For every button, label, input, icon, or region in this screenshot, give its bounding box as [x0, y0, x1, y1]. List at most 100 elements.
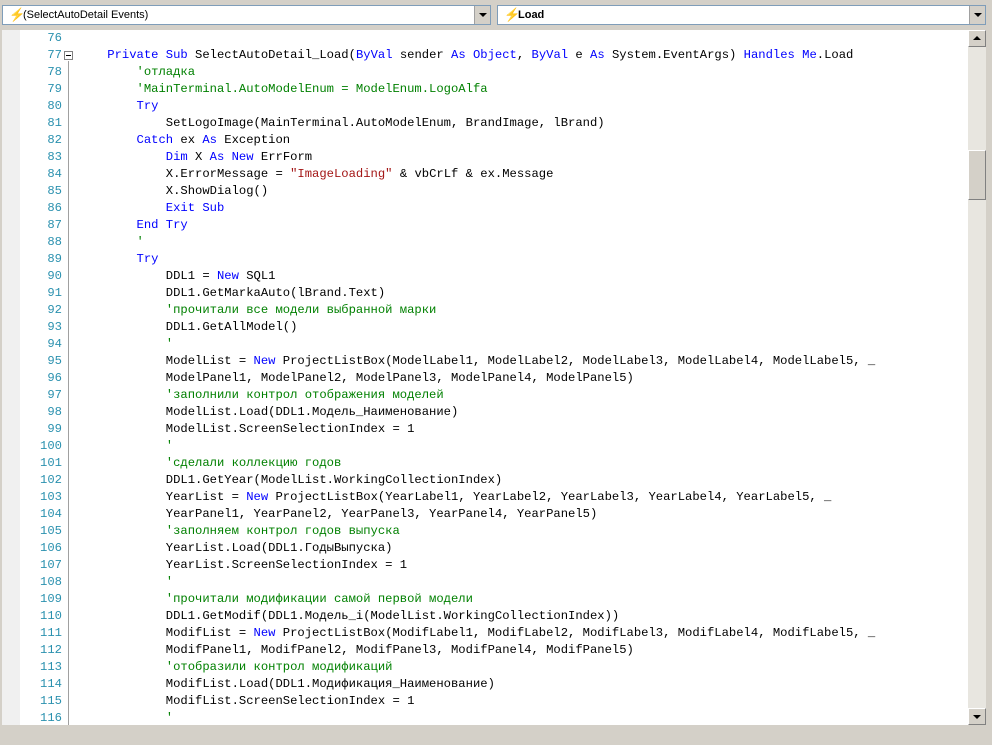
- code-line[interactable]: 103 YearList = New ProjectListBox(YearLa…: [2, 489, 968, 506]
- keyword-token: Exit Sub: [78, 201, 225, 215]
- comment-token: ': [78, 235, 144, 249]
- code-token: ProjectListBox(YearLabel1, YearLabel2, Y…: [268, 490, 832, 504]
- method-name-dropdown[interactable]: ⚡ Load: [497, 5, 986, 25]
- arrow-down-icon: [973, 715, 981, 719]
- code-line[interactable]: 81 SetLogoImage(MainTerminal.AutoModelEn…: [2, 115, 968, 132]
- code-line[interactable]: 77 Private Sub SelectAutoDetail_Load(ByV…: [2, 47, 968, 64]
- code-text: 'сделали коллекцию годов: [78, 455, 342, 472]
- comment-token: 'прочитали модификации самой первой моде…: [78, 592, 473, 606]
- code-text: ': [78, 438, 173, 455]
- code-line[interactable]: 90 DDL1 = New SQL1: [2, 268, 968, 285]
- class-name-dropdown-label: (SelectAutoDetail Events): [23, 9, 149, 21]
- code-line[interactable]: 89 Try: [2, 251, 968, 268]
- code-line[interactable]: 86 Exit Sub: [2, 200, 968, 217]
- code-line[interactable]: 78 'отладка: [2, 64, 968, 81]
- code-line[interactable]: 101 'сделали коллекцию годов: [2, 455, 968, 472]
- comment-token: 'отладка: [78, 65, 196, 79]
- code-token: ModelList.Load(DDL1.Модель_Наименование): [78, 405, 459, 419]
- dropdown-arrow-button[interactable]: [969, 6, 985, 24]
- keyword-token: As Object: [451, 48, 517, 62]
- comment-token: 'прочитали все модели выбранной марки: [78, 303, 437, 317]
- code-line[interactable]: 84 X.ErrorMessage = "ImageLoading" & vbC…: [2, 166, 968, 183]
- code-line[interactable]: 115 ModifList.ScreenSelectionIndex = 1: [2, 693, 968, 710]
- code-editor[interactable]: 76 77 Private Sub SelectAutoDetail_Load(B…: [2, 30, 988, 725]
- code-text: End Try: [78, 217, 188, 234]
- code-line[interactable]: 87 End Try: [2, 217, 968, 234]
- code-line[interactable]: 110 DDL1.GetModif(DDL1.Модель_i(ModelLis…: [2, 608, 968, 625]
- line-number: 87: [47, 218, 62, 232]
- code-area[interactable]: 76 77 Private Sub SelectAutoDetail_Load(B…: [2, 30, 968, 725]
- code-token: & vbCrLf & ex.Message: [392, 167, 554, 181]
- code-line[interactable]: 102 DDL1.GetYear(ModelList.WorkingCollec…: [2, 472, 968, 489]
- code-token: SelectAutoDetail_Load(: [195, 48, 356, 62]
- code-token: sender: [392, 48, 452, 62]
- line-number: 104: [40, 507, 62, 521]
- line-number: 90: [47, 269, 62, 283]
- scroll-down-button[interactable]: [968, 708, 986, 725]
- code-line[interactable]: 111 ModifList = New ProjectListBox(Modif…: [2, 625, 968, 642]
- method-name-dropdown-label: Load: [518, 9, 545, 21]
- code-line[interactable]: 105 'заполняем контрол годов выпуска: [2, 523, 968, 540]
- code-text: YearList.Load(DDL1.ГодыВыпуска): [78, 540, 393, 557]
- code-line[interactable]: 114 ModifList.Load(DDL1.Модификация_Наим…: [2, 676, 968, 693]
- line-number: 111: [40, 626, 62, 640]
- line-number: 98: [47, 405, 62, 419]
- code-line[interactable]: 94 ': [2, 336, 968, 353]
- code-line[interactable]: 108 ': [2, 574, 968, 591]
- code-line[interactable]: 98 ModelList.Load(DDL1.Модель_Наименован…: [2, 404, 968, 421]
- code-line[interactable]: 79 'MainTerminal.AutoModelEnum = ModelEn…: [2, 81, 968, 98]
- line-number: 115: [40, 694, 62, 708]
- string-token: "ImageLoading": [290, 167, 393, 181]
- keyword-token: End Try: [78, 218, 188, 232]
- comment-token: 'заполняем контрол годов выпуска: [78, 524, 400, 538]
- comment-token: 'сделали коллекцию годов: [78, 456, 342, 470]
- code-line[interactable]: 82 Catch ex As Exception: [2, 132, 968, 149]
- code-token: ErrForm: [253, 150, 313, 164]
- line-number: 86: [47, 201, 62, 215]
- code-line[interactable]: 113 'отобразили контрол модификаций: [2, 659, 968, 676]
- code-text: ModelList.Load(DDL1.Модель_Наименование): [78, 404, 459, 421]
- code-text: 'MainTerminal.AutoModelEnum = ModelEnum.…: [78, 81, 488, 98]
- code-text: X.ShowDialog(): [78, 183, 268, 200]
- vertical-scrollbar[interactable]: [968, 30, 986, 725]
- code-line[interactable]: 88 ': [2, 234, 968, 251]
- code-line[interactable]: 80 Try: [2, 98, 968, 115]
- line-number: 105: [40, 524, 62, 538]
- code-line[interactable]: 104 YearPanel1, YearPanel2, YearPanel3, …: [2, 506, 968, 523]
- code-text: X.ErrorMessage = "ImageLoading" & vbCrLf…: [78, 166, 554, 183]
- line-number: 116: [40, 711, 62, 725]
- code-text: YearList = New ProjectListBox(YearLabel1…: [78, 489, 832, 506]
- dropdown-arrow-button[interactable]: [474, 6, 490, 24]
- code-line[interactable]: 83 Dim X As New ErrForm: [2, 149, 968, 166]
- code-line[interactable]: 100 ': [2, 438, 968, 455]
- code-text: DDL1.GetModif(DDL1.Модель_i(ModelList.Wo…: [78, 608, 619, 625]
- comment-token: ': [78, 711, 174, 725]
- comment-token: 'заполнили контрол отображения моделей: [78, 388, 444, 402]
- code-line[interactable]: 95 ModelList = New ProjectListBox(ModelL…: [2, 353, 968, 370]
- code-line[interactable]: 116 ': [2, 710, 968, 725]
- code-line[interactable]: 96 ModelPanel1, ModelPanel2, ModelPanel3…: [2, 370, 968, 387]
- code-line[interactable]: 76: [2, 30, 968, 47]
- class-name-dropdown[interactable]: ⚡ (SelectAutoDetail Events): [2, 5, 491, 25]
- code-token: YearList.Load(DDL1.ГодыВыпуска): [78, 541, 393, 555]
- line-number: 100: [40, 439, 62, 453]
- code-line[interactable]: 99 ModelList.ScreenSelectionIndex = 1: [2, 421, 968, 438]
- code-line[interactable]: 92 'прочитали все модели выбранной марки: [2, 302, 968, 319]
- code-line[interactable]: 112 ModifPanel1, ModifPanel2, ModifPanel…: [2, 642, 968, 659]
- code-text: Dim X As New ErrForm: [78, 149, 312, 166]
- code-line[interactable]: 109 'прочитали модификации самой первой …: [2, 591, 968, 608]
- code-line[interactable]: 107 YearList.ScreenSelectionIndex = 1: [2, 557, 968, 574]
- code-line[interactable]: 97 'заполнили контрол отображения моделе…: [2, 387, 968, 404]
- line-number: 79: [47, 82, 62, 96]
- line-number: 109: [40, 592, 62, 606]
- code-line[interactable]: 85 X.ShowDialog(): [2, 183, 968, 200]
- collapse-outline-icon[interactable]: [64, 51, 73, 60]
- code-line[interactable]: 106 YearList.Load(DDL1.ГодыВыпуска): [2, 540, 968, 557]
- scroll-up-button[interactable]: [968, 30, 986, 47]
- scrollbar-thumb[interactable]: [968, 150, 986, 200]
- line-number: 80: [47, 99, 62, 113]
- chevron-down-icon: [974, 13, 982, 17]
- code-line[interactable]: 91 DDL1.GetMarkaAuto(lBrand.Text): [2, 285, 968, 302]
- code-line[interactable]: 93 DDL1.GetAllModel(): [2, 319, 968, 336]
- line-number: 89: [47, 252, 62, 266]
